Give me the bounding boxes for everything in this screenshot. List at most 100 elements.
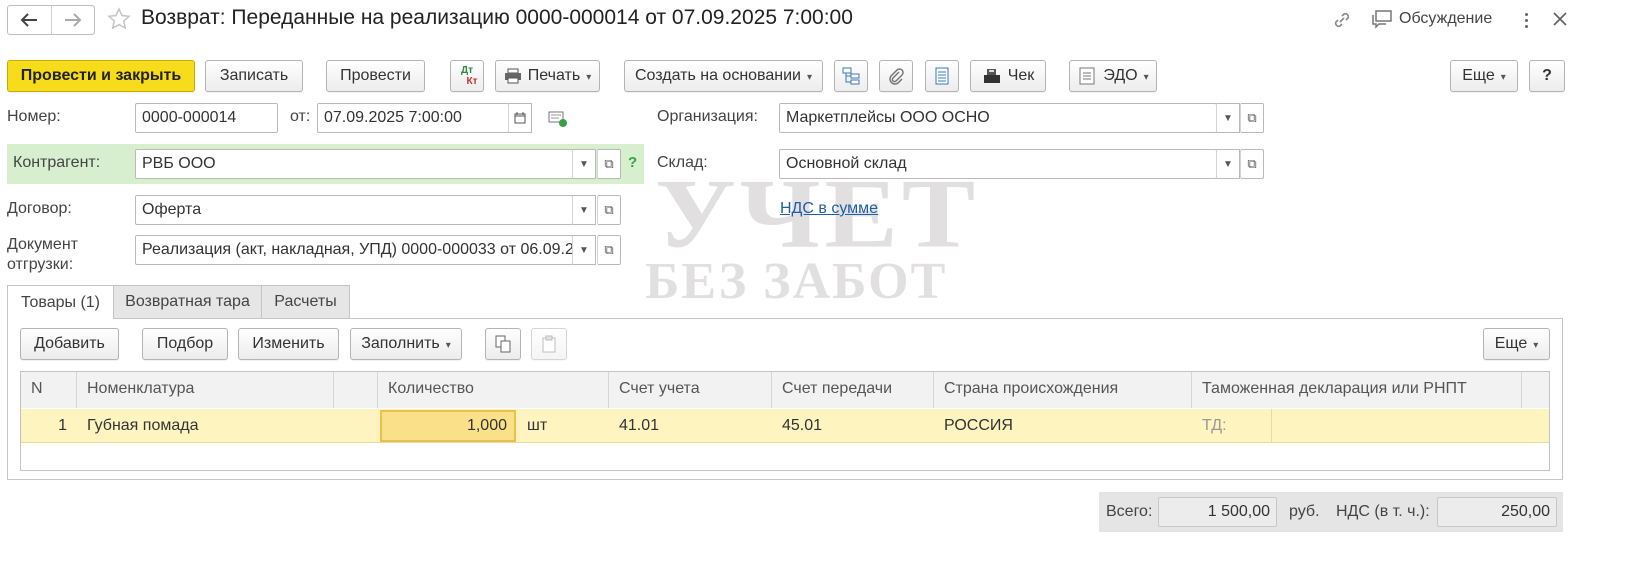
cell-transfer-account[interactable]: 45.01: [772, 409, 934, 443]
document-list-icon: [935, 67, 949, 85]
column-header-blank[interactable]: [334, 372, 378, 408]
contract-dropdown[interactable]: ▼: [572, 195, 596, 225]
column-header-country[interactable]: Страна происхождения: [934, 372, 1192, 408]
warehouse-dropdown[interactable]: ▼: [1216, 149, 1240, 179]
chat-icon: [1372, 10, 1392, 29]
contract-label: Договор:: [7, 200, 72, 217]
close-icon[interactable]: [1550, 9, 1570, 29]
number-field[interactable]: 0000-000014: [135, 103, 278, 133]
table-more-button[interactable]: Еще: [1483, 328, 1550, 360]
vat-value: 250,00: [1501, 503, 1550, 520]
forward-button[interactable]: [52, 6, 95, 34]
tab-goods[interactable]: Товары (1): [7, 285, 114, 319]
post-button[interactable]: Провести: [326, 60, 425, 92]
fill-label: Заполнить: [361, 335, 451, 353]
calendar-icon: [514, 112, 526, 124]
back-button[interactable]: [8, 6, 52, 34]
tab-settlements[interactable]: Расчеты: [261, 285, 350, 318]
shipment-label-line1: Документ: [7, 236, 78, 253]
fill-button[interactable]: Заполнить: [350, 328, 462, 360]
total-field: 1 500,00: [1158, 497, 1277, 527]
shipment-document-field[interactable]: Реализация (акт, накладная, УПД) 0000-00…: [135, 235, 573, 265]
add-button[interactable]: Добавить: [20, 328, 119, 360]
paste-icon: [542, 335, 556, 353]
column-header-n[interactable]: N: [21, 372, 77, 408]
shipment-dropdown[interactable]: ▼: [572, 235, 596, 265]
cell-n: 1: [58, 417, 67, 434]
hierarchy-icon: [842, 67, 860, 85]
kt-label: Кт: [466, 76, 478, 87]
post-and-close-button[interactable]: Провести и закрыть: [7, 60, 195, 92]
column-header-item[interactable]: Номенклатура: [77, 372, 334, 408]
create-based-button[interactable]: Создать на основании: [624, 60, 823, 92]
edo-label: ЭДО: [1103, 67, 1148, 85]
edo-button[interactable]: ЭДО: [1069, 60, 1157, 92]
counterparty-open-button[interactable]: ⧉: [597, 149, 621, 179]
tab-returnable-packaging[interactable]: Возвратная тара: [113, 285, 262, 318]
column-header-filler: [1522, 372, 1549, 408]
arrow-left-icon: [20, 13, 38, 27]
total-value: 1 500,00: [1207, 503, 1270, 520]
organization-dropdown[interactable]: ▼: [1216, 103, 1240, 133]
cell-quantity[interactable]: 1,000: [380, 410, 516, 442]
create-based-label: Создать на основании: [635, 67, 812, 85]
receipt-label: Чек: [1007, 67, 1035, 84]
print-button[interactable]: Печать: [495, 60, 600, 92]
receipt-button[interactable]: Чек: [970, 60, 1046, 92]
vat-field: 250,00: [1437, 497, 1557, 527]
dt-kt-button[interactable]: Дт Кт: [450, 60, 484, 92]
counterparty-dropdown[interactable]: ▼: [572, 149, 596, 179]
message-icon[interactable]: [548, 110, 568, 133]
kebab-menu-icon[interactable]: [1518, 9, 1534, 31]
column-header-transfer-account[interactable]: Счет передачи: [772, 372, 934, 408]
page-title: Возврат: Переданные на реализацию 0000-0…: [141, 6, 853, 29]
help-button[interactable]: ?: [1529, 60, 1565, 92]
column-header-customs[interactable]: Таможенная декларация или РНПТ: [1192, 372, 1522, 408]
vat-label: НДС (в т. ч.):: [1336, 503, 1430, 520]
date-field[interactable]: 07.09.2025 7:00:00: [317, 103, 509, 133]
cell-customs[interactable]: ТД:: [1192, 409, 1272, 443]
edit-button[interactable]: Изменить: [238, 328, 339, 360]
organization-open-button[interactable]: ⧉: [1240, 103, 1264, 133]
paperclip-icon: [889, 68, 904, 85]
column-header-quantity[interactable]: Количество: [378, 372, 609, 408]
calendar-button[interactable]: [508, 103, 532, 133]
discussion-button[interactable]: Обсуждение: [1371, 9, 1492, 29]
more-button[interactable]: Еще: [1450, 60, 1518, 92]
cell-item[interactable]: Губная помада: [77, 409, 334, 443]
structure-button[interactable]: [834, 60, 868, 92]
pick-button[interactable]: Подбор: [142, 328, 228, 360]
counterparty-help-icon[interactable]: ?: [628, 154, 637, 171]
column-header-account[interactable]: Счет учета: [609, 372, 772, 408]
organization-field[interactable]: Маркетплейсы ООО ОСНО: [779, 103, 1217, 133]
number-label: Номер:: [7, 108, 61, 125]
printer-icon: [504, 68, 521, 84]
discussion-label: Обсуждение: [1399, 10, 1493, 27]
organization-label: Организация:: [657, 108, 758, 125]
vat-in-sum-link[interactable]: НДС в сумме: [780, 200, 878, 218]
paste-rows-button[interactable]: [531, 328, 567, 360]
shipment-open-button[interactable]: ⧉: [597, 235, 621, 265]
cell-country[interactable]: РОССИЯ: [934, 409, 1192, 443]
cell-account[interactable]: 41.01: [609, 409, 772, 443]
total-label: Всего:: [1106, 503, 1153, 520]
warehouse-field[interactable]: Основной склад: [779, 149, 1217, 179]
link-icon[interactable]: [1331, 9, 1353, 31]
cell-quantity-value: 1,000: [466, 417, 507, 434]
save-button[interactable]: Записать: [205, 60, 303, 92]
counterparty-field[interactable]: РВБ ООО: [135, 149, 573, 179]
star-icon[interactable]: [107, 7, 131, 31]
attach-button[interactable]: [879, 60, 913, 92]
contract-open-button[interactable]: ⧉: [597, 195, 621, 225]
contract-field[interactable]: Оферта: [135, 195, 573, 225]
copy-rows-button[interactable]: [485, 328, 521, 360]
warehouse-label: Склад:: [657, 154, 708, 171]
edo-icon: [1079, 67, 1095, 85]
dt-label: Дт: [460, 65, 474, 76]
arrow-right-icon: [64, 13, 82, 27]
warehouse-open-button[interactable]: ⧉: [1240, 149, 1264, 179]
cell-unit[interactable]: шт: [517, 409, 609, 443]
report-button[interactable]: [925, 60, 959, 92]
watermark-line2: БЕЗ ЗАБОТ: [645, 253, 948, 310]
shipment-label-line2: отгрузки:: [7, 256, 74, 273]
